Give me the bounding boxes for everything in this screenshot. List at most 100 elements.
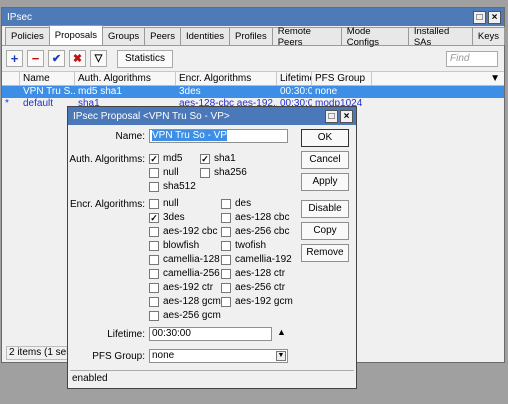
- encr-checkbox[interactable]: aes-128 gcm: [149, 296, 221, 307]
- encr-checkbox[interactable]: aes-192 gcm: [221, 296, 293, 307]
- checkbox-icon: [149, 198, 159, 209]
- checkbox-icon: [149, 167, 159, 178]
- encr-checkbox[interactable]: null: [149, 198, 179, 209]
- tab-policies[interactable]: Policies: [5, 27, 50, 45]
- checkbox-label: des: [235, 198, 252, 209]
- apply-button[interactable]: Apply: [301, 173, 349, 191]
- disable-button[interactable]: Disable: [301, 200, 349, 218]
- checkbox-icon: [149, 282, 159, 293]
- statistics-button[interactable]: Statistics: [117, 49, 174, 68]
- encr-checkbox[interactable]: camellia-128: [149, 254, 220, 265]
- enable-check-icon[interactable]: ✔: [48, 50, 65, 67]
- flag-column-header: [2, 72, 20, 85]
- main-titlebar: IPsec □ ×: [2, 8, 504, 26]
- checkbox-icon: ✓: [200, 153, 210, 164]
- disable-x-icon[interactable]: ✖: [69, 50, 86, 67]
- checkbox-icon: [200, 167, 210, 178]
- tab-mode-configs[interactable]: Mode Configs: [340, 26, 409, 48]
- checkbox-icon: [221, 268, 231, 279]
- checkbox-icon: [149, 240, 159, 251]
- checkbox-label: aes-192 ctr: [163, 282, 214, 293]
- tab-identities[interactable]: Identities: [179, 27, 231, 45]
- encr-checkbox[interactable]: ✓ 3des: [149, 212, 185, 223]
- pfs-group-select[interactable]: none ▼: [149, 349, 288, 363]
- checkbox-icon: [221, 226, 231, 237]
- row-flag: *: [5, 98, 9, 109]
- checkbox-label: aes-128 gcm: [163, 296, 221, 307]
- pfs-group-label: PFS Group:: [92, 351, 145, 362]
- row-lifetime: 00:30:00: [280, 86, 312, 97]
- checkbox-label: aes-192 gcm: [235, 296, 293, 307]
- close-icon[interactable]: ×: [340, 109, 353, 123]
- checkbox-icon: [149, 226, 159, 237]
- column-header-lifetime[interactable]: Lifetime: [277, 72, 312, 85]
- tab-groups[interactable]: Groups: [102, 27, 146, 45]
- row-auth: md5 sha1: [78, 86, 122, 97]
- auth-null-checkbox[interactable]: null: [149, 167, 179, 178]
- checkbox-icon: [221, 282, 231, 293]
- encr-checkbox[interactable]: aes-128 cbc: [221, 212, 289, 223]
- copy-button[interactable]: Copy: [301, 222, 349, 240]
- encr-checkbox[interactable]: aes-256 cbc: [221, 226, 289, 237]
- encr-checkbox[interactable]: aes-256 gcm: [149, 310, 221, 321]
- encr-checkbox[interactable]: des: [221, 198, 251, 209]
- remove-button[interactable]: Remove: [301, 244, 349, 262]
- maximize-icon[interactable]: □: [325, 109, 338, 123]
- column-header-pfs[interactable]: PFS Group: [312, 72, 372, 85]
- checkbox-label: 3des: [163, 212, 185, 223]
- column-header-auth[interactable]: Auth. Algorithms: [75, 72, 176, 85]
- encr-checkbox[interactable]: blowfish: [149, 240, 199, 251]
- checkbox-icon: [149, 296, 159, 307]
- row-name: VPN Tru S...: [23, 86, 75, 97]
- tab-keys[interactable]: Keys: [471, 27, 505, 45]
- dialog-status: enabled: [70, 370, 354, 386]
- checkbox-label: camellia-128: [163, 254, 220, 265]
- encr-checkbox[interactable]: camellia-256: [149, 268, 220, 279]
- remove-icon[interactable]: −: [27, 50, 44, 67]
- encr-checkbox[interactable]: camellia-192: [221, 254, 292, 265]
- maximize-icon[interactable]: □: [473, 10, 486, 24]
- auth-sha256-checkbox[interactable]: sha256: [200, 167, 247, 178]
- checkbox-label: sha256: [214, 167, 247, 178]
- encr-checkbox[interactable]: aes-192 cbc: [149, 226, 217, 237]
- dropdown-arrow-icon[interactable]: ▼: [276, 351, 286, 361]
- checkbox-label: aes-128 cbc: [235, 212, 290, 223]
- checkbox-label: camellia-192: [235, 254, 292, 265]
- tab-bar: Policies Proposals Groups Peers Identiti…: [2, 25, 505, 48]
- auth-sha512-checkbox[interactable]: sha512: [149, 181, 196, 192]
- checkbox-label: sha512: [163, 181, 196, 192]
- encr-checkbox[interactable]: aes-192 ctr: [149, 282, 213, 293]
- lifetime-field[interactable]: 00:30:00: [149, 327, 272, 341]
- ok-button[interactable]: OK: [301, 129, 349, 147]
- cancel-button[interactable]: Cancel: [301, 151, 349, 169]
- proposal-dialog: IPsec Proposal <VPN Tru So - VP> □ × Nam…: [67, 106, 357, 389]
- filter-icon[interactable]: ▽: [90, 50, 107, 67]
- add-icon[interactable]: +: [6, 50, 23, 67]
- table-row[interactable]: VPN Tru S... md5 sha1 3des 00:30:00 none: [2, 86, 504, 98]
- tab-proposals[interactable]: Proposals: [48, 25, 103, 45]
- columns-dropdown-icon[interactable]: ▼: [372, 72, 504, 85]
- encr-checkbox[interactable]: aes-256 ctr: [221, 282, 285, 293]
- encr-checkbox[interactable]: twofish: [221, 240, 266, 251]
- auth-md5-checkbox[interactable]: ✓ md5: [149, 153, 182, 164]
- auth-sha1-checkbox[interactable]: ✓ sha1: [200, 153, 236, 164]
- checkbox-label: twofish: [235, 240, 267, 251]
- checkbox-label: sha1: [214, 153, 236, 164]
- tab-peers[interactable]: Peers: [144, 27, 181, 45]
- collapse-arrow-icon[interactable]: ▲: [277, 327, 286, 337]
- column-header-name[interactable]: Name: [20, 72, 75, 85]
- find-input[interactable]: Find: [446, 50, 498, 67]
- checkbox-icon: [149, 254, 159, 265]
- tab-remote-peers[interactable]: Remote Peers: [271, 26, 342, 48]
- item-count-status: 2 items (1 selected): [6, 346, 69, 360]
- encr-checkbox[interactable]: aes-128 ctr: [221, 268, 285, 279]
- column-header-encr[interactable]: Encr. Algorithms: [176, 72, 277, 85]
- auth-algorithms-label: Auth. Algorithms:: [69, 154, 145, 165]
- checkbox-label: aes-128 ctr: [235, 268, 286, 279]
- name-field[interactable]: VPN Tru So - VP: [149, 129, 288, 143]
- close-icon[interactable]: ×: [488, 10, 501, 24]
- tab-installed-sas[interactable]: Installed SAs: [407, 26, 473, 48]
- dialog-title: IPsec Proposal <VPN Tru So - VP>: [73, 110, 230, 122]
- tab-profiles[interactable]: Profiles: [229, 27, 273, 45]
- checkbox-icon: [221, 198, 231, 209]
